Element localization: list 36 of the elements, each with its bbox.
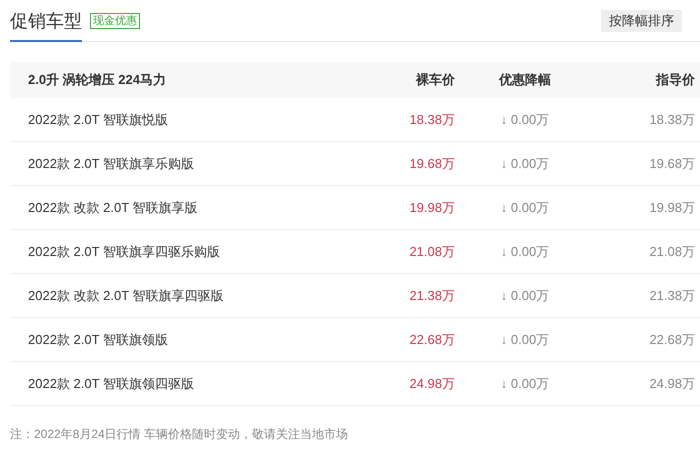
model-name: 2022款 2.0T 智联旗领版 — [27, 330, 169, 349]
guide-price-cell-text: 19.98万 — [648, 198, 695, 217]
discount-cell-text: ↓ 0.00万 — [500, 110, 550, 129]
sort-button[interactable]: 按降幅排序 — [601, 10, 682, 32]
footnote: 注：2022年8月24日行情 车辆价格随时变动，敬请关注当地市场 — [10, 427, 348, 441]
column-header: 优惠降幅 — [498, 71, 552, 90]
model-name: 2022款 2.0T 智联旗享四驱乐购版 — [27, 242, 221, 261]
column-header: 裸车价 — [414, 71, 455, 90]
price-cell-text: 22.68万 — [408, 330, 455, 349]
guide-price-cell-text: 21.38万 — [648, 286, 695, 305]
model-name: 2022款 2.0T 智联旗享乐购版 — [27, 154, 195, 173]
discount-cell-text: ↓ 0.00万 — [500, 374, 550, 393]
model-name: 2022款 改款 2.0T 智联旗享四驱版 — [27, 286, 225, 305]
price-cell-text: 21.08万 — [408, 242, 455, 261]
discount-cell-text: ↓ 0.00万 — [500, 154, 550, 173]
price-cell-text: 19.68万 — [408, 154, 455, 173]
discount-cell-text: ↓ 0.00万 — [500, 198, 550, 217]
guide-price-cell-text: 22.68万 — [648, 330, 695, 349]
section-title: 促销车型 — [10, 0, 82, 42]
guide-price-cell-text: 18.38万 — [648, 110, 695, 129]
model-name: 2022款 2.0T 智联旗悦版 — [27, 110, 169, 129]
guide-price-cell-text: 21.08万 — [648, 242, 695, 261]
discount-cell-text: ↓ 0.00万 — [500, 330, 550, 349]
promo-tag: 现金优惠 — [90, 12, 140, 28]
price-cell-text: 21.38万 — [408, 286, 455, 305]
discount-cell-text: ↓ 0.00万 — [500, 286, 550, 305]
price-cell-text: 18.38万 — [408, 110, 455, 129]
discount-cell-text: ↓ 0.00万 — [500, 242, 550, 261]
model-name: 2022款 改款 2.0T 智联旗享版 — [27, 198, 199, 217]
guide-price-cell-text: 24.98万 — [648, 374, 695, 393]
model-name: 2022款 2.0T 智联旗领四驱版 — [27, 374, 195, 393]
guide-price-cell-text: 19.68万 — [648, 154, 695, 173]
price-cell-text: 19.98万 — [408, 198, 455, 217]
price-cell-text: 24.98万 — [408, 374, 455, 393]
group-label: 2.0升 涡轮增压 224马力 — [27, 71, 167, 90]
column-header: 指导价 — [654, 71, 695, 90]
